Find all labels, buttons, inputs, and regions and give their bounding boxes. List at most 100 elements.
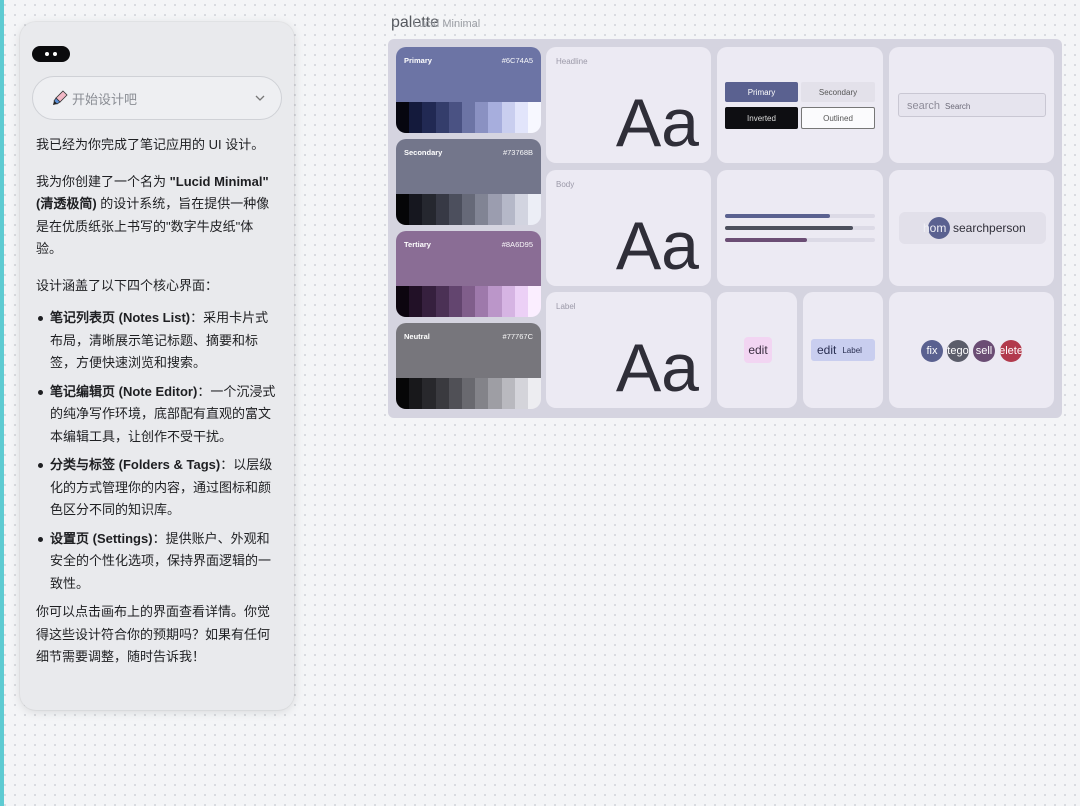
fix-icon[interactable]: fix: [921, 340, 943, 362]
frame-subtitle-text: Lucid Minimal: [413, 18, 481, 30]
swatch-tone: [396, 286, 410, 317]
swatch-tone: [475, 378, 489, 409]
progress-card: [717, 170, 883, 286]
type-sample: Aa: [615, 208, 699, 284]
swatch-tone: [514, 194, 528, 225]
screens-list: 笔记列表页 (Notes List)：采用卡片式布局，清晰展示笔记标题、摘要和标…: [36, 307, 278, 595]
extended-fab[interactable]: edit Label: [811, 339, 875, 361]
swatch-tone: [461, 194, 476, 225]
swatch-tone: [501, 378, 515, 409]
message-closing: 你可以点击画布上的界面查看详情。你觉得这些设计符合你的预期吗？如果有任何细节需要…: [36, 604, 271, 664]
chevron-down-icon: [255, 95, 265, 101]
progress-bars: [725, 214, 875, 242]
primary-button[interactable]: Primary: [725, 82, 798, 102]
home-icon: hom: [923, 221, 947, 235]
progress-bar-tertiary: [725, 238, 807, 242]
swatch-tone: [501, 194, 515, 225]
swatch-tone: [448, 102, 462, 133]
search-input[interactable]: search Search: [898, 93, 1046, 117]
swatch-tone: [461, 286, 476, 317]
swatch-tone: [488, 286, 502, 317]
swatch-tone: [448, 194, 462, 225]
list-item: 分类与标签 (Folders & Tags)：以层级化的方式管理你的内容，通过图…: [36, 454, 278, 522]
swatch-tone: [488, 378, 502, 409]
swatch-tone: [396, 378, 410, 409]
frame-title[interactable]: palette Lucid Minimal: [391, 14, 591, 36]
swatch-tone: [514, 286, 528, 317]
swatch-tone: [501, 102, 515, 133]
search-person-icons: searchperson: [953, 221, 1026, 235]
list-item: 笔记列表页 (Notes List)：采用卡片式布局，清晰展示笔记标题、摘要和标…: [36, 307, 278, 375]
secondary-button[interactable]: Secondary: [801, 82, 875, 102]
type-headline-card[interactable]: Headline Aa: [546, 47, 711, 163]
swatch-secondary[interactable]: Secondary #73768B: [396, 139, 541, 225]
swatch-primary[interactable]: Primary #6C74A5: [396, 47, 541, 133]
swatch-tone: [409, 194, 423, 225]
swatch-tone: [435, 286, 449, 317]
edit-icon: edit: [817, 343, 837, 357]
swatch-tone: [422, 194, 436, 225]
swatch-tone: [409, 102, 423, 133]
paintbrush-icon: [53, 90, 68, 105]
sell-icon[interactable]: sell: [973, 340, 995, 362]
chat-panel: 开始设计吧 我已经为你完成了笔记应用的 UI 设计。 我为你创建了一个名为 "L…: [20, 22, 294, 710]
swatch-tone: [514, 378, 528, 409]
swatch-tone: [514, 102, 528, 133]
design-start-label: 开始设计吧: [72, 91, 138, 107]
icon-buttons-card: fix tego sell elete: [889, 292, 1054, 408]
swatch-tone: [461, 102, 476, 133]
swatch-tone: [422, 102, 436, 133]
swatch-tone: [501, 286, 515, 317]
swatch-tone: [527, 286, 541, 317]
extended-fab-card: edit Label: [803, 292, 883, 408]
swatch-tone: [409, 378, 423, 409]
swatch-tone: [461, 378, 476, 409]
outlined-button[interactable]: Outlined: [801, 107, 875, 129]
swatch-tone: [396, 194, 410, 225]
swatch-tone: [475, 102, 489, 133]
list-item: 设置页 (Settings)：提供账户、外观和安全的个性化选项，保持界面逻辑的一…: [36, 528, 278, 596]
fab-card: edit: [717, 292, 797, 408]
type-sample: Aa: [615, 85, 699, 161]
type-sample: Aa: [615, 330, 699, 406]
edit-fab[interactable]: edit: [744, 337, 772, 363]
inverted-button[interactable]: Inverted: [725, 107, 798, 129]
progress-bar-primary: [725, 214, 830, 218]
swatch-tone: [527, 194, 541, 225]
swatch-tertiary[interactable]: Tertiary #8A6D95: [396, 231, 541, 317]
swatch-tone: [448, 286, 462, 317]
message-screens-heading: 设计涵盖了以下四个核心界面：: [36, 277, 219, 293]
swatch-neutral[interactable]: Neutral #77767C: [396, 323, 541, 409]
swatch-tone: [409, 286, 423, 317]
swatch-tone: [422, 378, 436, 409]
message-intro: 我已经为你完成了笔记应用的 UI 设计。: [36, 137, 265, 152]
window-accent-stripe: [0, 0, 4, 806]
buttons-card: Primary Secondary Inverted Outlined: [717, 47, 883, 163]
search-card: search Search: [889, 47, 1054, 163]
search-chip[interactable]: hom searchperson: [899, 212, 1046, 244]
type-label-card[interactable]: Label Aa: [546, 292, 711, 408]
type-body-card[interactable]: Body Aa: [546, 170, 711, 286]
message-system-desc: 我为你创建了一个名为 "Lucid Minimal" (清透极简) 的设计系统，…: [36, 173, 270, 257]
menu-dots-icon[interactable]: [32, 46, 70, 62]
swatch-tone: [435, 378, 449, 409]
swatch-tone: [396, 102, 410, 133]
chip-card: hom searchperson: [889, 170, 1054, 286]
swatch-tone: [527, 378, 541, 409]
delete-icon[interactable]: elete: [1000, 340, 1022, 362]
swatch-tone: [527, 102, 541, 133]
swatch-tone: [448, 378, 462, 409]
swatch-tone: [435, 102, 449, 133]
category-icon[interactable]: tego: [947, 340, 969, 362]
swatch-tone: [475, 194, 489, 225]
swatch-tone: [475, 286, 489, 317]
swatch-tone: [422, 286, 436, 317]
list-item: 笔记编辑页 (Note Editor)：一个沉浸式的纯净写作环境，底部配有直观的…: [36, 381, 278, 449]
progress-bar-secondary: [725, 226, 853, 230]
swatch-tone: [435, 194, 449, 225]
palette-board[interactable]: Primary #6C74A5 Secondary #73768B Tertiary…: [388, 39, 1062, 418]
swatch-tone: [488, 102, 502, 133]
assistant-message: 我已经为你完成了笔记应用的 UI 设计。 我为你创建了一个名为 "Lucid M…: [32, 134, 282, 669]
swatch-tone: [488, 194, 502, 225]
design-start-select[interactable]: 开始设计吧: [32, 76, 282, 120]
